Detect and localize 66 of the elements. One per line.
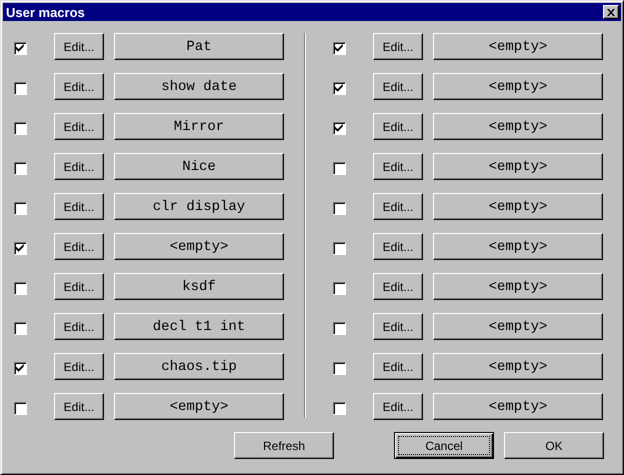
checkbox[interactable] <box>333 202 346 214</box>
macro-button[interactable]: <empty> <box>433 233 603 260</box>
edit-button[interactable]: Edit... <box>54 233 104 260</box>
edit-button[interactable]: Edit... <box>54 73 104 100</box>
macro-button[interactable]: <empty> <box>433 273 603 300</box>
edit-button[interactable]: Edit... <box>373 73 423 100</box>
macro-button[interactable]: <empty> <box>433 193 603 220</box>
checkbox[interactable] <box>14 42 27 54</box>
edit-button[interactable]: Edit... <box>54 113 104 140</box>
checkbox[interactable] <box>14 82 27 94</box>
macro-button[interactable]: decl t1 int <box>114 313 284 340</box>
macro-button[interactable]: <empty> <box>114 393 284 420</box>
edit-button[interactable]: Edit... <box>373 313 423 340</box>
macro-button[interactable]: show date <box>114 73 284 100</box>
dialog-button[interactable]: OK <box>504 432 604 459</box>
macro-button[interactable]: Nice <box>114 153 284 180</box>
edit-button[interactable]: Edit... <box>373 353 423 380</box>
edit-button[interactable]: Edit... <box>54 33 104 60</box>
macro-button[interactable]: <empty> <box>433 353 603 380</box>
checkbox[interactable] <box>333 362 346 374</box>
macro-button[interactable]: <empty> <box>433 313 603 340</box>
checkbox[interactable] <box>333 282 346 294</box>
edit-button[interactable]: Edit... <box>373 273 423 300</box>
macro-button[interactable]: Mirror <box>114 113 284 140</box>
edit-button[interactable]: Edit... <box>373 33 423 60</box>
checkbox[interactable] <box>333 242 346 254</box>
macro-button[interactable]: chaos.tip <box>114 353 284 380</box>
edit-button[interactable]: Edit... <box>54 313 104 340</box>
edit-button[interactable]: Edit... <box>54 153 104 180</box>
edit-button[interactable]: Edit... <box>54 193 104 220</box>
macro-button[interactable]: <empty> <box>433 393 603 420</box>
close-button[interactable] <box>603 5 619 19</box>
window-title: User macros <box>6 4 85 20</box>
checkbox[interactable] <box>333 162 346 174</box>
edit-button[interactable]: Edit... <box>54 393 104 420</box>
checkbox[interactable] <box>333 402 346 414</box>
dialog-button[interactable]: Cancel <box>394 432 494 459</box>
edit-button[interactable]: Edit... <box>54 353 104 380</box>
checkbox[interactable] <box>14 282 27 294</box>
edit-button[interactable]: Edit... <box>373 193 423 220</box>
edit-button[interactable]: Edit... <box>373 113 423 140</box>
dialog-button[interactable]: Refresh <box>234 432 334 459</box>
checkbox[interactable] <box>14 362 27 374</box>
checkbox[interactable] <box>14 322 27 334</box>
edit-button[interactable]: Edit... <box>373 153 423 180</box>
macro-button[interactable]: <empty> <box>114 233 284 260</box>
macro-button[interactable]: Pat <box>114 33 284 60</box>
checkbox[interactable] <box>333 42 346 54</box>
checkbox[interactable] <box>14 402 27 414</box>
edit-button[interactable]: Edit... <box>373 393 423 420</box>
edit-button[interactable]: Edit... <box>54 273 104 300</box>
checkbox[interactable] <box>14 242 27 254</box>
macro-button[interactable]: <empty> <box>433 73 603 100</box>
checkbox[interactable] <box>333 322 346 334</box>
macro-button[interactable]: <empty> <box>433 113 603 140</box>
macro-button[interactable]: <empty> <box>433 33 603 60</box>
checkbox[interactable] <box>14 202 27 214</box>
macro-button[interactable]: <empty> <box>433 153 603 180</box>
checkbox[interactable] <box>14 122 27 134</box>
macro-button[interactable]: clr display <box>114 193 284 220</box>
checkbox[interactable] <box>333 122 346 134</box>
macro-button[interactable]: ksdf <box>114 273 284 300</box>
checkbox[interactable] <box>14 162 27 174</box>
edit-button[interactable]: Edit... <box>373 233 423 260</box>
checkbox[interactable] <box>333 82 346 94</box>
close-icon <box>607 8 615 16</box>
